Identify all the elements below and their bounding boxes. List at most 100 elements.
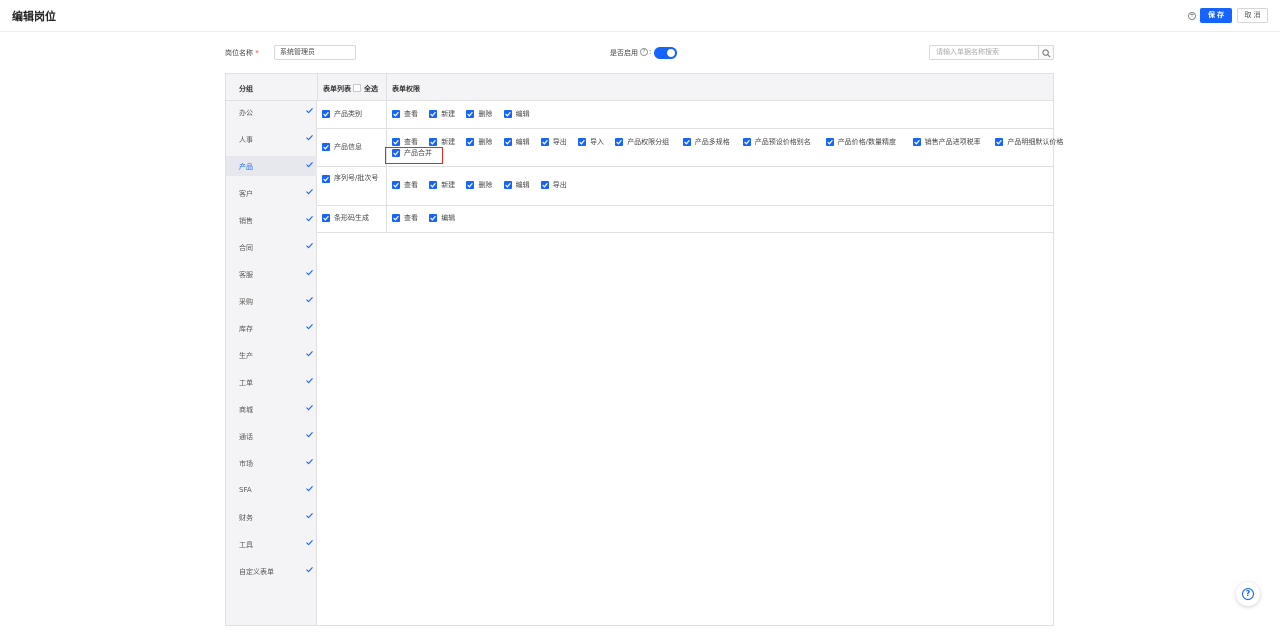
permission-label: 编辑 — [515, 110, 530, 118]
form-checkbox[interactable] — [322, 175, 330, 183]
select-all-checkbox[interactable] — [353, 84, 361, 92]
permission-label: 查看 — [404, 110, 418, 118]
question-circle-icon[interactable]: ? — [640, 48, 648, 56]
group-item[interactable]: 合同 — [226, 237, 317, 257]
permission-checkbox[interactable] — [503, 181, 512, 189]
help-float-button[interactable]: ? — [1236, 582, 1260, 606]
permission-label: 导入 — [590, 138, 604, 146]
group-item-label: 采购 — [239, 298, 253, 306]
group-item[interactable]: 库存 — [226, 318, 317, 338]
group-item[interactable]: 财务 — [226, 507, 317, 527]
group-item-label: 产品 — [239, 163, 253, 171]
header-group: 分组 — [239, 85, 253, 93]
permission-panel: 分组 表单列表 全选 表单权限 办公 人事 产品 客户 销售 合同 客服 采购 库存 生产 工单 商城… — [225, 73, 1063, 626]
permission-label: 产品价格/数量精度 — [837, 138, 896, 146]
permission-checkbox[interactable] — [615, 138, 624, 146]
header-divider — [317, 74, 318, 101]
permission-checkbox[interactable] — [540, 138, 549, 146]
permission-checkbox[interactable] — [578, 138, 586, 146]
group-item[interactable]: 商城 — [226, 399, 317, 419]
permission-label: 销售产品进项税率 — [924, 138, 981, 146]
group-item[interactable]: 市场 — [226, 453, 317, 473]
cell-divider — [386, 166, 387, 205]
cell-divider — [386, 101, 387, 128]
group-item[interactable]: SFA — [226, 480, 317, 500]
group-item-label: 客户 — [239, 190, 253, 198]
enable-toggle[interactable] — [654, 47, 677, 59]
permission-checkbox[interactable] — [429, 110, 438, 118]
permission-label: 查看 — [404, 181, 418, 189]
permission-checkbox[interactable] — [392, 110, 400, 118]
form-name: 条形码生成 — [334, 214, 369, 222]
cell-divider — [386, 205, 387, 232]
group-item[interactable]: 产品 — [226, 156, 317, 176]
group-item[interactable]: 自定义表单 — [226, 561, 317, 581]
check-icon — [306, 107, 313, 115]
group-item[interactable]: 人事 — [226, 129, 317, 149]
group-item-label: 工具 — [239, 541, 253, 549]
group-item[interactable]: 生产 — [226, 345, 317, 365]
permission-checkbox[interactable] — [392, 138, 400, 146]
group-item-label: 客服 — [239, 271, 253, 279]
form-checkbox[interactable] — [322, 110, 330, 118]
permission-label: 删除 — [478, 138, 493, 146]
group-item-label: 销售 — [239, 217, 253, 225]
check-icon — [306, 269, 313, 277]
form-name: 产品类别 — [334, 110, 362, 118]
check-icon — [306, 377, 313, 385]
check-icon — [306, 350, 313, 358]
permission-label: 编辑 — [441, 214, 456, 222]
permission-checkbox[interactable] — [540, 181, 549, 189]
permission-checkbox[interactable] — [392, 214, 400, 222]
check-icon — [306, 188, 313, 196]
search-input[interactable]: 请输入单据名称搜索 — [929, 45, 1038, 60]
permission-checkbox[interactable] — [392, 181, 400, 189]
row-divider — [317, 232, 1053, 233]
check-icon — [306, 215, 313, 223]
check-icon — [306, 323, 313, 331]
check-icon — [306, 566, 313, 574]
permission-checkbox[interactable] — [825, 138, 834, 146]
form-checkbox[interactable] — [322, 214, 330, 222]
enable-label: 是否启用 — [610, 49, 638, 57]
group-item[interactable]: 工单 — [226, 372, 317, 392]
top-bar: 编辑岗位 + 保 存 取 消 — [0, 0, 1280, 32]
permission-label: 新建 — [441, 110, 456, 118]
group-item-label: 通话 — [239, 433, 253, 441]
group-item[interactable]: 客户 — [226, 183, 317, 203]
permission-checkbox[interactable] — [503, 138, 512, 146]
permission-checkbox[interactable] — [742, 138, 751, 146]
plus-circle-icon[interactable]: + — [1188, 12, 1196, 20]
permission-checkbox[interactable] — [995, 138, 1004, 146]
permission-label: 新建 — [441, 138, 456, 146]
form-checkbox[interactable] — [322, 143, 330, 151]
permission-label: 导出 — [552, 181, 567, 189]
check-icon — [306, 242, 313, 250]
group-item[interactable]: 采购 — [226, 291, 317, 311]
permission-checkbox[interactable] — [429, 214, 438, 222]
group-item[interactable]: 客服 — [226, 264, 317, 284]
group-item-label: 自定义表单 — [239, 568, 274, 576]
permission-checkbox[interactable] — [429, 138, 438, 146]
permission-checkbox[interactable] — [429, 181, 438, 189]
permission-checkbox[interactable] — [466, 110, 475, 118]
group-item[interactable]: 销售 — [226, 210, 317, 230]
permission-checkbox[interactable] — [503, 110, 512, 118]
cancel-button[interactable]: 取 消 — [1237, 8, 1268, 23]
select-all-label: 全选 — [364, 85, 378, 93]
group-item-label: 商城 — [239, 406, 253, 414]
permission-label: 编辑 — [515, 138, 530, 146]
group-item-label: 市场 — [239, 460, 253, 468]
position-name-input[interactable]: 系统管理员 — [274, 45, 356, 60]
permission-checkbox[interactable] — [466, 181, 475, 189]
permission-checkbox[interactable] — [912, 138, 921, 146]
search-button[interactable] — [1038, 45, 1054, 60]
permission-checkbox[interactable] — [466, 138, 475, 146]
form-name: 序列号/批次号 — [334, 174, 379, 182]
save-button[interactable]: 保 存 — [1200, 8, 1232, 23]
group-item[interactable]: 办公 — [226, 102, 317, 122]
group-item[interactable]: 工具 — [226, 534, 317, 554]
group-item[interactable]: 通话 — [226, 426, 317, 446]
permission-checkbox[interactable] — [682, 138, 691, 146]
permission-label: 产品多规格 — [694, 138, 730, 146]
